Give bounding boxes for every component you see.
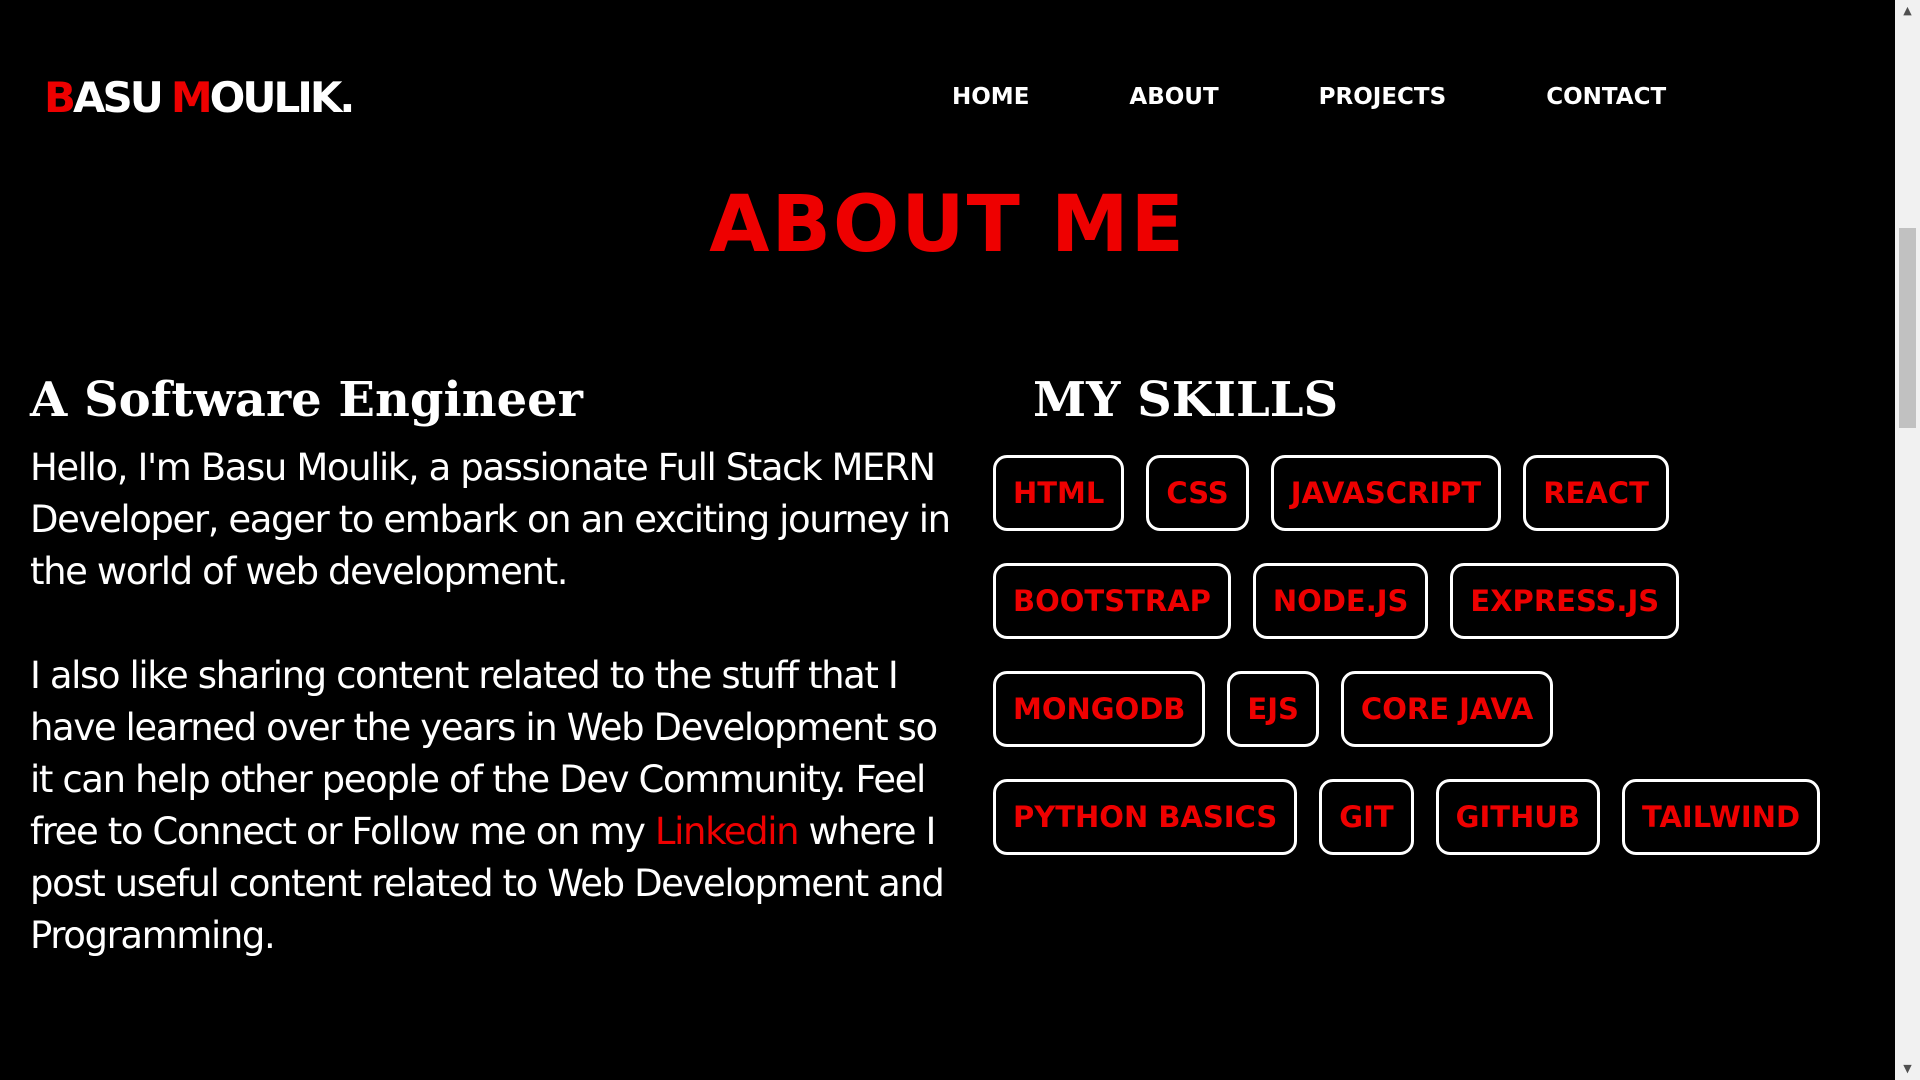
- vertical-scrollbar[interactable]: ▲ ▼: [1895, 0, 1920, 1080]
- nav-link-projects[interactable]: PROJECTS: [1319, 82, 1447, 112]
- about-text-column: A Software Engineer Hello, I'm Basu Moul…: [30, 368, 951, 962]
- about-paragraph-2: I also like sharing content related to t…: [30, 650, 950, 962]
- logo-first-initial: B: [44, 73, 76, 122]
- skill-badge-html: HTML: [993, 455, 1125, 531]
- skill-badge-mongodb: MONGODB: [993, 671, 1206, 747]
- logo-first-rest: ASU: [73, 73, 164, 122]
- scroll-down-arrow-icon[interactable]: ▼: [1895, 1058, 1920, 1080]
- scroll-up-arrow-icon[interactable]: ▲: [1895, 0, 1920, 22]
- skill-badge-javascript: JAVASCRIPT: [1270, 455, 1502, 531]
- skills-heading: MY SKILLS: [1033, 372, 1339, 428]
- logo-last-initial: M: [170, 73, 213, 122]
- linkedin-link[interactable]: Linkedin: [655, 810, 800, 853]
- skill-badge-python-basics: PYTHON BASICS: [993, 779, 1298, 855]
- skills-list: HTML CSS JAVASCRIPT REACT BOOTSTRAP NODE…: [993, 455, 1833, 855]
- skill-badge-react: REACT: [1523, 455, 1669, 531]
- about-paragraph-1: Hello, I'm Basu Moulik, a passionate Ful…: [30, 446, 951, 593]
- skill-badge-ejs: EJS: [1227, 671, 1319, 747]
- nav-link-home[interactable]: HOME: [952, 82, 1029, 112]
- about-subtitle: A Software Engineer: [30, 372, 583, 428]
- skill-badge-bootstrap: BOOTSTRAP: [993, 563, 1231, 639]
- skill-badge-nodejs: NODE.JS: [1252, 563, 1429, 639]
- skill-badge-tailwind: TAILWIND: [1621, 779, 1821, 855]
- nav-link-contact[interactable]: CONTACT: [1546, 82, 1666, 112]
- skill-badge-git: GIT: [1319, 779, 1414, 855]
- scrollbar-thumb[interactable]: [1899, 228, 1916, 428]
- logo-last-rest: OULIK: [209, 73, 343, 122]
- page: BASU MOULIK. HOME ABOUT PROJECTS CONTACT …: [0, 0, 1920, 1080]
- main-nav: HOME ABOUT PROJECTS CONTACT: [952, 82, 1666, 112]
- logo-dot: .: [339, 73, 355, 122]
- section-title: ABOUT ME: [709, 180, 1186, 270]
- skill-badge-core-java: CORE JAVA: [1340, 671, 1554, 747]
- nav-link-about[interactable]: ABOUT: [1129, 82, 1218, 112]
- logo[interactable]: BASU MOULIK.: [44, 72, 355, 124]
- skill-badge-github: GITHUB: [1435, 779, 1600, 855]
- skill-badge-expressjs: EXPRESS.JS: [1450, 563, 1680, 639]
- skill-badge-css: CSS: [1146, 455, 1249, 531]
